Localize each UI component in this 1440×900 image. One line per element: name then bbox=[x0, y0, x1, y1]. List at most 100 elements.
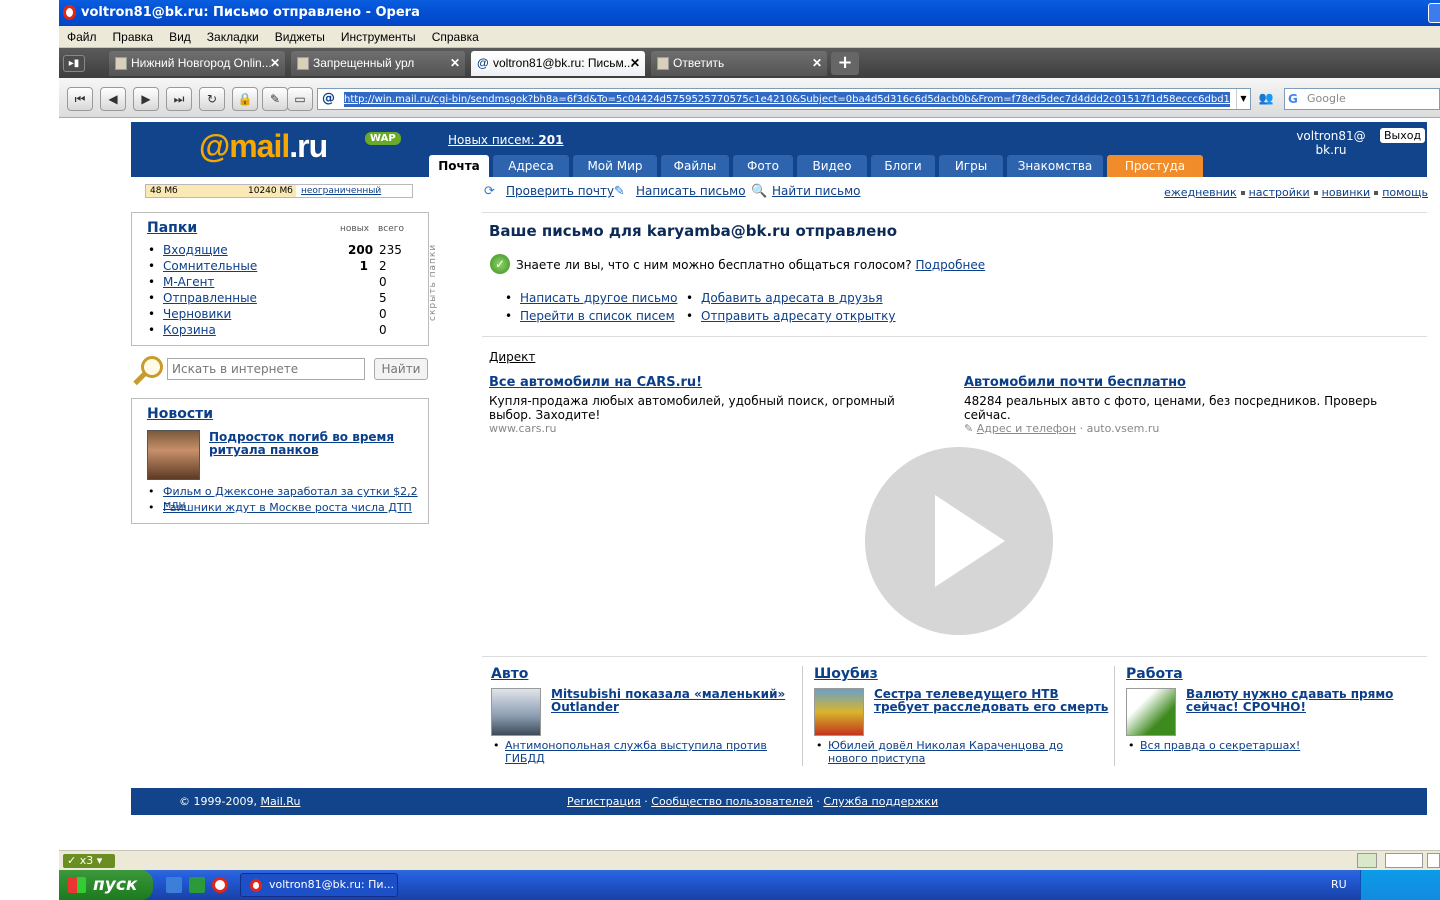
section-headline[interactable]: Сестра телеведущего НТВ требует расследо… bbox=[874, 688, 1114, 714]
folder-drafts[interactable]: • Черновики 0 bbox=[148, 307, 418, 323]
tab-dating[interactable]: Знакомства bbox=[1007, 155, 1103, 177]
tab-video[interactable]: Видео bbox=[797, 155, 867, 177]
hide-folders-toggle[interactable]: скрыть папки bbox=[428, 221, 440, 321]
browser-tab-2[interactable]: Запрещенный урл ✕ bbox=[291, 51, 465, 76]
tab-mail[interactable]: Почта bbox=[429, 155, 489, 177]
folder-sent[interactable]: • Отправленные 5 bbox=[148, 291, 418, 307]
tab-my-world[interactable]: Мой Мир bbox=[573, 155, 657, 177]
search-field[interactable]: G Google bbox=[1284, 88, 1440, 110]
tab-photo[interactable]: Фото bbox=[733, 155, 793, 177]
help-link[interactable]: помощь bbox=[1382, 186, 1428, 199]
browser-tab-4[interactable]: Ответить ✕ bbox=[651, 51, 827, 76]
search-icon[interactable] bbox=[1427, 853, 1440, 868]
menu-file[interactable]: Файл bbox=[59, 26, 105, 48]
news-headline[interactable]: Подросток погиб во время ритуала панков bbox=[209, 431, 409, 457]
security-icon[interactable]: 🔒 bbox=[232, 87, 258, 111]
forward-button[interactable]: ▶ bbox=[133, 87, 159, 111]
close-icon[interactable]: ✕ bbox=[630, 51, 640, 76]
folders-title[interactable]: Папки bbox=[147, 220, 197, 236]
tab-files[interactable]: Файлы bbox=[661, 155, 729, 177]
close-icon[interactable]: ✕ bbox=[812, 51, 822, 76]
start-button[interactable]: пуск bbox=[59, 870, 153, 900]
view-icon[interactable] bbox=[1357, 853, 1377, 868]
video-play-overlay[interactable] bbox=[865, 447, 1053, 635]
tab-blogs[interactable]: Блоги bbox=[871, 155, 935, 177]
compose-link[interactable]: Написать письмо bbox=[636, 184, 746, 198]
new-tab-button[interactable]: + bbox=[831, 52, 859, 75]
tab-label: Нижний Новгород Onlin... bbox=[131, 56, 272, 70]
browser-tab-3[interactable]: @ voltron81@bk.ru: Письм... ✕ bbox=[471, 51, 645, 76]
page-view-icon[interactable] bbox=[1385, 853, 1423, 868]
menu-bookmarks[interactable]: Закладки bbox=[199, 26, 267, 48]
language-indicator[interactable]: RU bbox=[1331, 870, 1347, 900]
new-mail-link[interactable]: Новых писем: 201 bbox=[448, 133, 563, 147]
mail-ru-logo[interactable]: @mail.ru bbox=[199, 128, 328, 165]
tab-cold[interactable]: Простуда bbox=[1107, 155, 1203, 177]
menu-widgets[interactable]: Виджеты bbox=[267, 26, 333, 48]
find-mail-link[interactable]: Найти письмо bbox=[772, 184, 861, 198]
window-control-button[interactable] bbox=[1428, 3, 1440, 23]
folder-spam[interactable]: • Сомнительные 1 2 bbox=[148, 259, 418, 275]
logout-button[interactable]: Выход bbox=[1380, 128, 1426, 143]
folder-m-agent[interactable]: • М-Агент 0 bbox=[148, 275, 418, 291]
rewind-button[interactable]: ⏮ bbox=[67, 87, 93, 111]
back-button[interactable]: ◀ bbox=[100, 87, 126, 111]
search-placeholder: Google bbox=[1307, 92, 1346, 105]
ad-url[interactable]: www.cars.ru bbox=[489, 422, 919, 435]
folder-inbox[interactable]: • Входящие 200 235 bbox=[148, 243, 418, 259]
quota-upgrade-link[interactable]: неограниченный bbox=[301, 185, 381, 197]
direct-ads-label[interactable]: Директ bbox=[489, 350, 535, 364]
settings-link[interactable]: настройки bbox=[1249, 186, 1310, 199]
ad-title[interactable]: Автомобили почти бесплатно bbox=[964, 375, 1394, 390]
more-info-link[interactable]: Подробнее bbox=[915, 258, 985, 272]
edit-site-prefs-button[interactable]: ✎ bbox=[262, 87, 288, 111]
opera-icon[interactable] bbox=[212, 877, 228, 893]
browser-tab-1[interactable]: Нижний Новгород Onlin... ✕ bbox=[109, 51, 285, 76]
tab-addresses[interactable]: Адреса bbox=[493, 155, 569, 177]
whats-new-link[interactable]: новинки bbox=[1322, 186, 1371, 199]
people-icon[interactable]: 👥 bbox=[1255, 87, 1277, 111]
celebrity-photo[interactable] bbox=[814, 688, 864, 736]
close-icon[interactable]: ✕ bbox=[270, 51, 280, 76]
close-icon[interactable]: ✕ bbox=[450, 51, 460, 76]
tab-games[interactable]: Игры bbox=[939, 155, 1003, 177]
section-headline[interactable]: Mitsubishi показала «маленький» Outlande… bbox=[551, 688, 791, 714]
car-photo[interactable] bbox=[491, 688, 541, 736]
section-title[interactable]: Работа bbox=[1126, 666, 1183, 682]
work-photo[interactable] bbox=[1126, 688, 1176, 736]
support-link[interactable]: Служба поддержки bbox=[823, 795, 938, 808]
section-title[interactable]: Шоубиз bbox=[814, 666, 878, 682]
section-headline[interactable]: Валюту нужно сдавать прямо сейчас! СРОЧН… bbox=[1186, 688, 1426, 714]
news-title[interactable]: Новости bbox=[147, 406, 213, 422]
ad-title[interactable]: Все автомобили на CARS.ru! bbox=[489, 375, 919, 390]
menu-edit[interactable]: Правка bbox=[105, 26, 162, 48]
chevron-down-icon[interactable]: ▼ bbox=[1236, 89, 1250, 109]
address-bar[interactable]: @ http://win.mail.ru/cgi-bin/sendmsgok?b… bbox=[317, 88, 1251, 110]
news-photo[interactable] bbox=[147, 430, 200, 480]
section-item[interactable]: • Антимонопольная служба выступила против… bbox=[493, 739, 783, 765]
menu-help[interactable]: Справка bbox=[424, 26, 487, 48]
register-link[interactable]: Регистрация bbox=[567, 795, 641, 808]
web-search-input[interactable]: Искать в интернете bbox=[167, 358, 365, 380]
web-search-button[interactable]: Найти bbox=[374, 358, 428, 380]
taskbar-window-opera[interactable]: voltron81@bk.ru: Пи... bbox=[240, 873, 398, 897]
ie-icon[interactable] bbox=[166, 877, 182, 893]
reload-button[interactable]: ↻ bbox=[199, 87, 225, 111]
wap-badge[interactable]: WAP bbox=[365, 132, 401, 145]
folder-trash[interactable]: • Корзина 0 bbox=[148, 323, 418, 339]
fast-forward-button[interactable]: ⏭ bbox=[166, 87, 192, 111]
menu-view[interactable]: Вид bbox=[161, 26, 199, 48]
panel-toggle-button[interactable]: ▸▮ bbox=[63, 55, 85, 72]
community-link[interactable]: Сообщество пользователей bbox=[651, 795, 813, 808]
check-mail-link[interactable]: Проверить почту bbox=[506, 184, 614, 198]
section-item[interactable]: • Вся правда о секретаршах! bbox=[1128, 739, 1418, 752]
menu-tools[interactable]: Инструменты bbox=[333, 26, 424, 48]
brand-link[interactable]: Mail.Ru bbox=[260, 795, 300, 808]
calendar-link[interactable]: ежедневник bbox=[1164, 186, 1236, 199]
address-value[interactable]: http://win.mail.ru/cgi-bin/sendmsgok?bh8… bbox=[344, 92, 1230, 107]
section-title[interactable]: Авто bbox=[491, 666, 528, 682]
quicklaunch-icon[interactable] bbox=[189, 877, 205, 893]
zoom-control[interactable]: ✓ x3 ▾ bbox=[63, 854, 115, 868]
section-item[interactable]: • Юбилей довёл Николая Караченцова до нов… bbox=[816, 739, 1106, 765]
page-info-button[interactable]: ▭ bbox=[287, 87, 313, 111]
